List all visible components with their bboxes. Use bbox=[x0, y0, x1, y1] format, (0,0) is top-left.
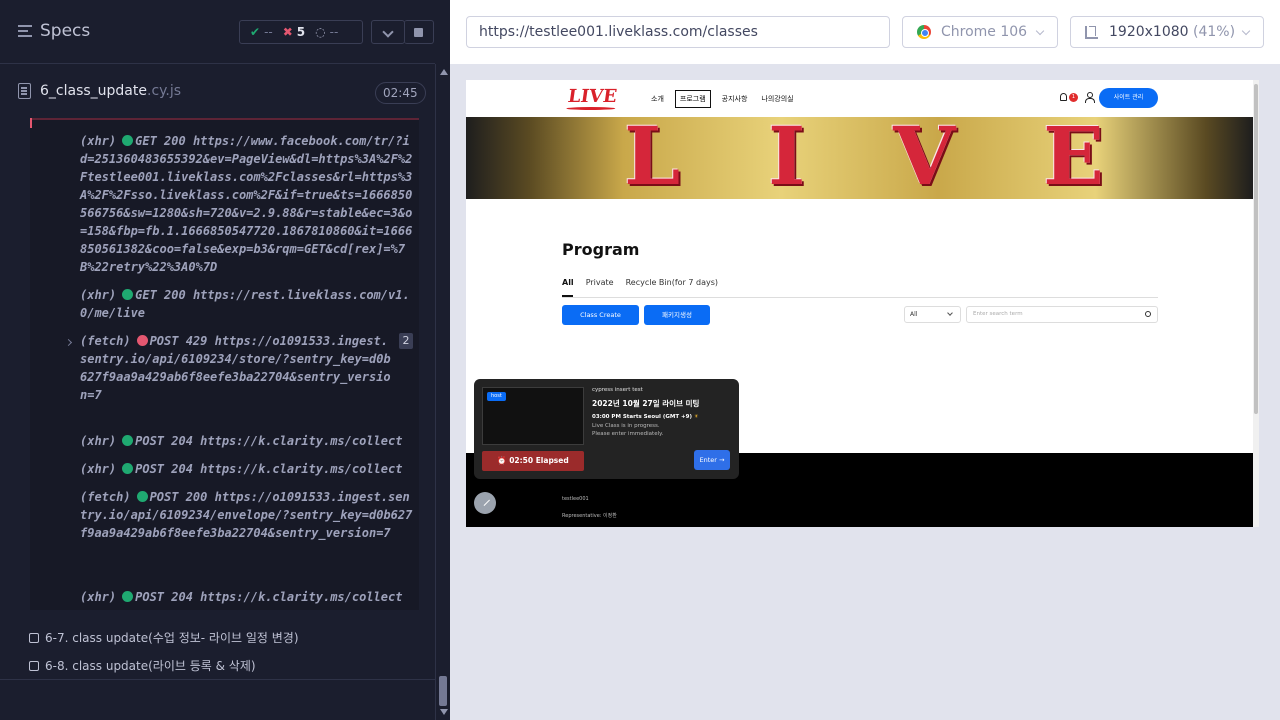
specs-title[interactable]: Specs bbox=[40, 21, 90, 41]
program-tabs: All Private Recycle Bin(for 7 days) bbox=[562, 278, 718, 287]
test-item[interactable]: 6-7. class update(수업 정보- 라이브 일정 변경) bbox=[29, 629, 299, 646]
ruler-icon bbox=[1085, 26, 1098, 39]
notification-badge: 1 bbox=[1069, 93, 1078, 102]
chrome-icon bbox=[917, 25, 931, 39]
site-nav: 소개 프로그램 공지사항 나의강의실 bbox=[648, 90, 797, 108]
status-dot-icon bbox=[122, 289, 134, 300]
test-item[interactable]: 6-8. class update(라이브 등록 & 삭제) bbox=[29, 657, 256, 674]
spec-duration-badge: 02:45 bbox=[375, 82, 426, 104]
footer-site-name: testlee001 bbox=[562, 496, 589, 502]
scroll-down-icon[interactable] bbox=[440, 709, 448, 715]
search-icon[interactable] bbox=[1145, 311, 1151, 317]
elapsed-timer: ⏰ 02:50 Elapsed bbox=[482, 451, 584, 471]
scroll-thumb[interactable] bbox=[439, 676, 447, 706]
log-entry[interactable]: (xhr) POST 204 https://k.clarity.ms/colle… bbox=[80, 588, 415, 606]
log-entry[interactable]: (xhr) POST 204 https://k.clarity.ms/colle… bbox=[80, 432, 415, 450]
menu-icon[interactable] bbox=[18, 25, 32, 39]
iframe-scrollbar[interactable] bbox=[1253, 80, 1259, 527]
app-preview-panel: https://testlee001.liveklass.com/classes… bbox=[450, 0, 1280, 720]
aut-iframe: LIVE 소개 프로그램 공지사항 나의강의실 1 사이트 관리 LIVE Pr… bbox=[466, 80, 1259, 527]
enter-live-button[interactable]: Enter → bbox=[694, 450, 730, 470]
viewport-selector[interactable]: 1920x1080 (41%) bbox=[1070, 16, 1264, 48]
search-input[interactable]: Enter search term bbox=[966, 306, 1158, 323]
filter-select[interactable]: All bbox=[904, 306, 961, 323]
footer-representative: Representative: 이정환 bbox=[562, 513, 617, 519]
tab-private[interactable]: Private bbox=[586, 278, 614, 287]
browser-selector[interactable]: Chrome 106 bbox=[902, 16, 1058, 48]
site-header: LIVE 소개 프로그램 공지사항 나의강의실 1 사이트 관리 bbox=[466, 80, 1253, 117]
spec-file-name: 6_class_update.cy.js bbox=[40, 83, 182, 99]
scroll-up-icon[interactable] bbox=[440, 69, 448, 75]
nav-item-about[interactable]: 소개 bbox=[648, 92, 667, 106]
live-thumbnail: host bbox=[482, 387, 584, 445]
chevron-down-icon bbox=[1035, 26, 1045, 36]
status-dot-icon bbox=[122, 591, 134, 602]
checkbox-icon bbox=[29, 661, 39, 671]
collapse-chevron-button[interactable] bbox=[371, 20, 405, 44]
chevron-down-icon bbox=[1241, 26, 1251, 36]
nav-item-my-classroom[interactable]: 나의강의실 bbox=[758, 92, 796, 106]
page-title: Program bbox=[562, 240, 640, 259]
class-create-button[interactable]: Class Create bbox=[562, 305, 639, 325]
command-log-scrollbar[interactable] bbox=[435, 64, 450, 720]
tab-recycle-bin[interactable]: Recycle Bin(for 7 days) bbox=[626, 278, 718, 287]
divider bbox=[562, 297, 1158, 298]
site-admin-button[interactable]: 사이트 관리 bbox=[1099, 88, 1158, 108]
collapse-arrows-icon[interactable] bbox=[474, 492, 496, 514]
banner-text: LIVE bbox=[624, 117, 1104, 199]
hero-banner: LIVE bbox=[466, 117, 1253, 199]
failed-stat: ✖ 5 bbox=[282, 25, 306, 39]
live-class-popup: host ⏰ 02:50 Elapsed cypress insert test… bbox=[474, 379, 739, 479]
file-icon bbox=[18, 83, 31, 99]
status-dot-icon bbox=[122, 435, 134, 446]
cypress-runner-panel: Specs ✔ -- ✖ 5 ◌ -- 6_class_update.cy.js… bbox=[0, 0, 450, 720]
log-entry[interactable]: (fetch) POST 429 https://o1091533.ingest.… bbox=[80, 332, 395, 404]
passed-stat: ✔ -- bbox=[250, 25, 273, 39]
live-note: Live Class is in progress. Please enter … bbox=[592, 423, 664, 437]
log-entry[interactable]: (fetch) POST 200 https://o1091533.ingest.… bbox=[80, 488, 415, 542]
log-entry[interactable]: (xhr) GET 200 https://rest.liveklass.com/… bbox=[80, 286, 415, 322]
url-bar[interactable]: https://testlee001.liveklass.com/classes bbox=[466, 16, 890, 48]
status-dot-icon bbox=[136, 335, 148, 346]
expand-caret-icon[interactable] bbox=[64, 338, 73, 347]
bell-icon[interactable] bbox=[1060, 93, 1067, 101]
divider bbox=[0, 679, 435, 680]
status-dot-icon bbox=[122, 135, 134, 146]
spec-file-row[interactable]: 6_class_update.cy.js 02:45 bbox=[0, 76, 435, 110]
package-create-button[interactable]: 패키지생성 bbox=[644, 305, 710, 325]
repeat-count-badge: 2 bbox=[399, 333, 413, 349]
nav-item-program[interactable]: 프로그램 bbox=[674, 90, 711, 108]
checkbox-icon bbox=[29, 633, 39, 643]
status-dot-icon bbox=[122, 463, 134, 474]
spec-file-ext: .cy.js bbox=[147, 83, 182, 99]
test-stats: ✔ -- ✖ 5 ◌ -- bbox=[239, 20, 363, 44]
specs-header: Specs ✔ -- ✖ 5 ◌ -- bbox=[0, 0, 435, 64]
site-logo[interactable]: LIVE bbox=[567, 86, 619, 107]
live-title: 2022년 10월 27일 라이브 미팅 bbox=[592, 399, 700, 408]
status-dot-icon bbox=[136, 491, 148, 502]
command-log: (xhr) GET 200 https://www.facebook.com/tr… bbox=[30, 118, 419, 610]
user-icon[interactable] bbox=[1085, 92, 1095, 103]
stop-button[interactable] bbox=[404, 20, 434, 44]
failed-test-indicator bbox=[30, 118, 419, 128]
log-entry[interactable]: (xhr) GET 200 https://www.facebook.com/tr… bbox=[80, 132, 415, 276]
preview-toolbar: https://testlee001.liveklass.com/classes… bbox=[450, 0, 1280, 64]
nav-item-notice[interactable]: 공지사항 bbox=[719, 92, 751, 106]
pending-stat: ◌ -- bbox=[315, 25, 339, 39]
live-start-time: 03:00 PM Starts Seoul (GMT +9) ☀ bbox=[592, 414, 699, 420]
tab-all[interactable]: All bbox=[562, 278, 574, 287]
host-badge: host bbox=[487, 392, 506, 401]
log-entry[interactable]: (xhr) POST 204 https://k.clarity.ms/colle… bbox=[80, 460, 415, 478]
live-event-name: cypress insert test bbox=[592, 387, 643, 393]
sun-icon: ☀ bbox=[693, 414, 699, 420]
